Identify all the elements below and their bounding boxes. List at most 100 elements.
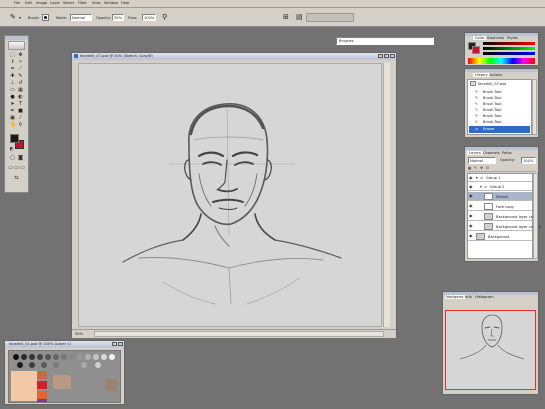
bg-color-chip[interactable] <box>472 46 480 54</box>
jump-to-imageready-icon[interactable]: ⇆ <box>14 176 19 181</box>
menu-file[interactable]: File <box>14 1 20 5</box>
lock-position-icon[interactable]: ✥ <box>480 166 483 170</box>
screen-mode-full-menu-icon[interactable]: ▭ <box>14 166 19 171</box>
gray-swatch[interactable] <box>81 362 87 368</box>
menu-layer[interactable]: Layer <box>50 1 60 5</box>
adobe-logo[interactable] <box>8 41 25 50</box>
layers-panel-titlebar[interactable] <box>465 147 538 150</box>
gray-swatch[interactable] <box>17 362 23 368</box>
lasso-tool-icon[interactable]: ℓ <box>10 60 15 65</box>
gray-swatch[interactable] <box>41 362 47 368</box>
marquee-tool-icon[interactable]: ⬚ <box>10 53 15 58</box>
gray-swatch[interactable] <box>29 354 35 360</box>
gray-swatch[interactable] <box>53 362 59 368</box>
layer-row[interactable]: ◉ Background layer copy <box>468 212 537 221</box>
screen-mode-standard-icon[interactable]: ▭ <box>8 166 13 171</box>
color-slider-1[interactable] <box>483 42 535 45</box>
tab-color[interactable]: Color <box>473 36 487 40</box>
skin-shadow-swatch[interactable] <box>37 371 47 379</box>
eye-icon[interactable]: ◉ <box>469 224 474 228</box>
eye-icon[interactable]: ◉ <box>469 185 474 189</box>
brush-tool-icon[interactable]: ✎ <box>18 74 23 79</box>
gray-swatch[interactable] <box>53 354 59 360</box>
document-titlebar[interactable]: facedrill_07.psd @ 50% (Sketch, Gray/8) <box>72 53 396 60</box>
tab-navigator[interactable]: Navigator <box>445 295 465 299</box>
lock-pixels-icon[interactable]: ✎ <box>474 166 477 170</box>
horizontal-scrollbar[interactable] <box>94 331 384 337</box>
gray-swatch[interactable] <box>109 354 115 360</box>
tab-history[interactable]: History <box>473 73 490 77</box>
color-slider-2[interactable] <box>483 47 535 50</box>
layer-group-row[interactable]: ◉ ▾ ▭ Group 2 <box>468 183 532 191</box>
healing-brush-icon[interactable]: ✚ <box>10 74 15 79</box>
eye-icon[interactable]: ◉ <box>469 194 474 198</box>
brown-swatch[interactable] <box>105 379 117 391</box>
eye-icon[interactable]: ◉ <box>469 204 474 208</box>
layer-row[interactable]: ◉ Face copy <box>468 202 532 211</box>
eye-icon[interactable]: ◉ <box>469 176 474 180</box>
gray-swatch[interactable] <box>95 362 101 368</box>
eyedropper-icon[interactable]: ⁄ <box>18 116 23 121</box>
gray-swatch[interactable] <box>101 354 107 360</box>
gray-swatch[interactable] <box>77 354 83 360</box>
tab-histogram[interactable]: Histogram <box>475 295 494 299</box>
vertical-scrollbar[interactable] <box>383 63 390 327</box>
path-selection-icon[interactable]: ➤ <box>10 102 15 107</box>
menu-help[interactable]: Help <box>121 1 129 5</box>
flow-field[interactable]: 100% <box>142 14 156 21</box>
move-tool-icon[interactable]: ✥ <box>18 53 23 58</box>
tab-actions[interactable]: Actions <box>489 73 502 77</box>
tab-paths[interactable]: Paths <box>502 151 512 155</box>
hand-tool-icon[interactable]: ✋ <box>10 123 16 128</box>
gradient-tool-icon[interactable]: ▦ <box>18 88 23 93</box>
history-scrollbar[interactable] <box>532 79 537 135</box>
brush-tool-icon[interactable]: ✎ <box>10 14 18 21</box>
default-colors-icon[interactable]: ◩ <box>9 146 14 151</box>
color-slider-3[interactable] <box>483 52 535 55</box>
dodge-tool-icon[interactable]: ◐ <box>18 95 23 100</box>
history-item-selected[interactable]: ▭ Eraser <box>469 126 530 133</box>
layer-row[interactable]: ◉ Background <box>468 232 532 241</box>
foreground-color-swatch[interactable] <box>10 134 19 143</box>
minimize-icon[interactable] <box>378 54 383 58</box>
layer-row-selected[interactable]: ◉ Sketch <box>468 192 532 201</box>
gray-swatch[interactable] <box>61 354 67 360</box>
gray-swatch[interactable] <box>93 354 99 360</box>
airbrush-icon[interactable]: ⚲ <box>162 13 169 21</box>
tab-info[interactable]: Info <box>465 295 472 299</box>
menu-select[interactable]: Select <box>63 1 74 5</box>
orange-swatch[interactable] <box>37 391 47 399</box>
brush-preset-picker[interactable] <box>42 14 49 21</box>
palette-well-field[interactable]: Brushes <box>336 37 434 45</box>
magic-wand-icon[interactable]: ✧ <box>18 60 23 65</box>
tan-swatch[interactable] <box>53 375 71 389</box>
layer-group-row[interactable]: ◉ ▾ ▭ Group 1 <box>468 174 532 182</box>
mode-select[interactable]: Normal <box>70 14 92 21</box>
gray-swatch[interactable] <box>45 354 51 360</box>
standard-mode-icon[interactable]: ▢ <box>10 156 15 161</box>
quick-mask-icon[interactable]: ◙ <box>18 156 23 161</box>
history-panel-titlebar[interactable] <box>465 69 538 72</box>
menu-view[interactable]: View <box>92 1 101 5</box>
eye-icon[interactable]: ◉ <box>469 214 474 218</box>
layers-scrollbar[interactable] <box>533 173 538 259</box>
gray-swatch[interactable] <box>85 354 91 360</box>
close-icon[interactable] <box>118 342 123 346</box>
gray-swatch[interactable] <box>69 354 75 360</box>
crop-tool-icon[interactable]: ⌗ <box>10 67 15 72</box>
gray-swatch[interactable] <box>13 354 19 360</box>
swatch-canvas[interactable] <box>8 350 121 403</box>
history-brush-icon[interactable]: ↺ <box>18 81 23 86</box>
canvas[interactable] <box>78 63 382 327</box>
zoom-level[interactable]: 50% <box>75 332 83 336</box>
minimize-icon[interactable] <box>112 342 117 346</box>
layer-opacity-field[interactable]: 100% <box>521 157 536 164</box>
brush-palette-icon[interactable]: ▤ <box>296 14 303 21</box>
type-tool-icon[interactable]: T <box>18 102 23 107</box>
menu-image[interactable]: Image <box>36 1 47 5</box>
menu-window[interactable]: Window <box>104 1 118 5</box>
gray-swatch[interactable] <box>21 354 27 360</box>
chevron-down-icon[interactable]: ▾ <box>480 185 482 189</box>
screen-mode-full-icon[interactable]: ▭ <box>20 166 25 171</box>
menu-filter[interactable]: Filter <box>78 1 87 5</box>
